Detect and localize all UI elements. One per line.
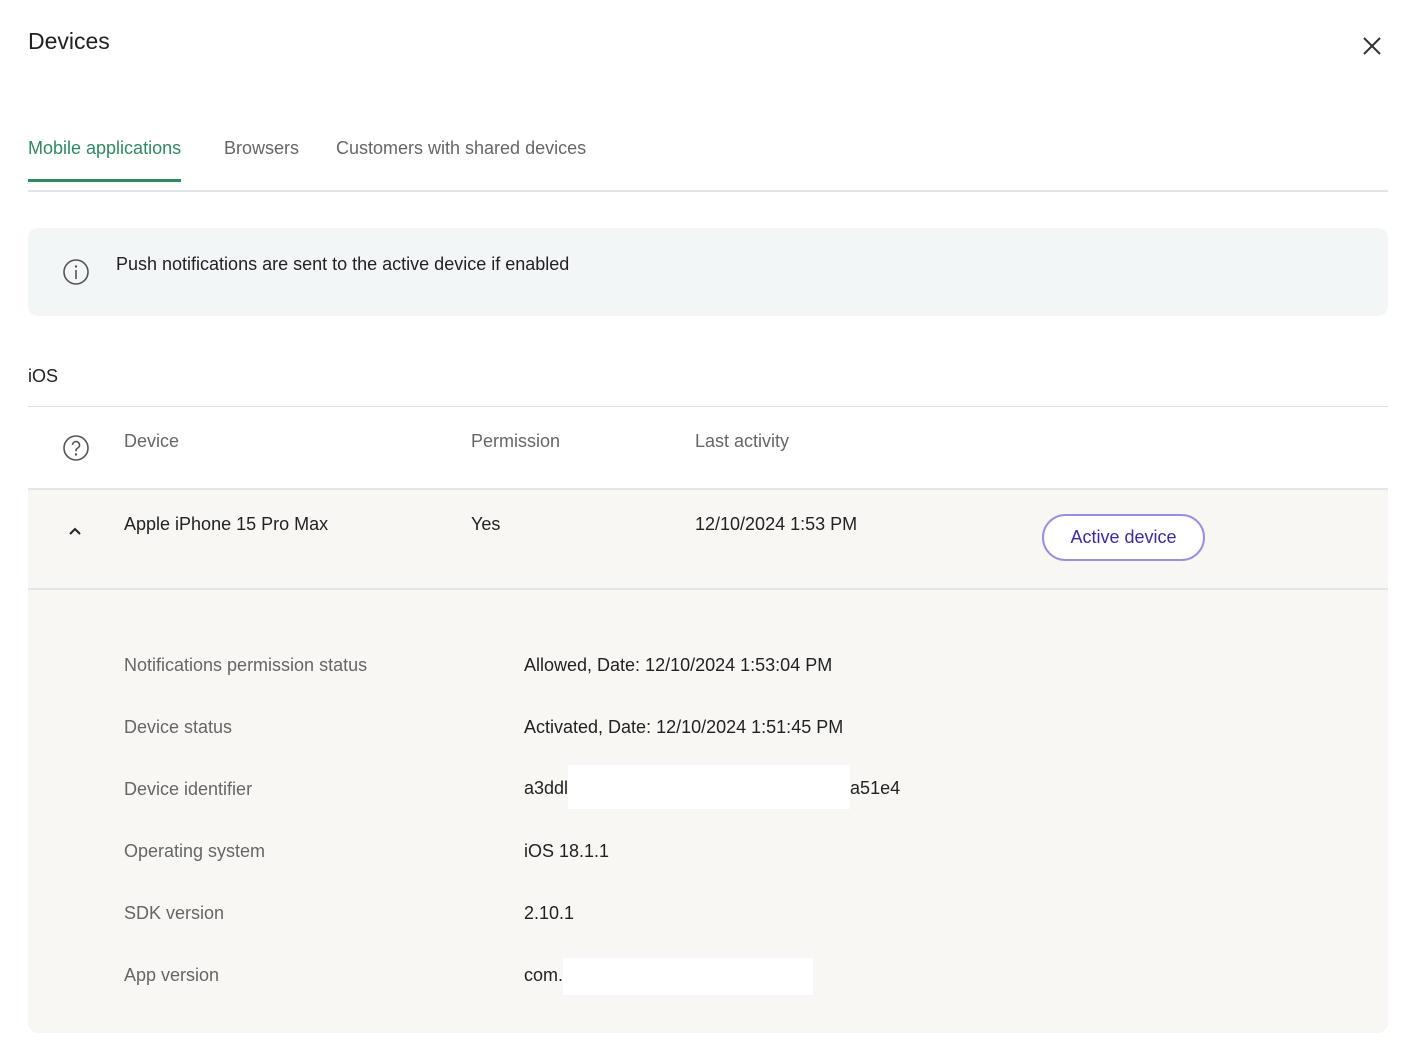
- detail-label: App version: [124, 965, 220, 985]
- last-activity-value: 12/10/2024 1:53 PM: [695, 514, 858, 534]
- redaction-box: [568, 765, 851, 810]
- tab-browsers[interactable]: Browsers: [224, 138, 299, 179]
- detail-value: Allowed, Date: 12/10/2024 1:53:04 PM: [524, 655, 833, 675]
- detail-label: Operating system: [124, 841, 266, 861]
- table-header: Device Permission Last activity: [28, 406, 1388, 490]
- detail-value-device-identifier: a3ddl a51e4: [524, 765, 901, 810]
- active-device-button[interactable]: Active device: [1042, 514, 1205, 561]
- detail-value: Activated, Date: 12/10/2024 1:51:45 PM: [524, 717, 844, 737]
- redaction-box: [563, 957, 814, 995]
- detail-label: Device status: [124, 717, 233, 737]
- chevron-up-icon[interactable]: [66, 522, 84, 540]
- section-title: iOS: [28, 366, 59, 386]
- info-banner: Push notifications are sent to the activ…: [28, 228, 1388, 316]
- device-name: Apple iPhone 15 Pro Max: [124, 514, 329, 534]
- close-icon: [1363, 37, 1381, 55]
- detail-label: Notifications permission status: [124, 655, 368, 675]
- tab-customers-with-shared-devices[interactable]: Customers with shared devices: [336, 138, 586, 179]
- detail-value-app-version: com.: [524, 956, 814, 995]
- detail-value: 2.10.1: [524, 903, 575, 923]
- permission-value: Yes: [471, 514, 501, 534]
- table-row-summary[interactable]: Apple iPhone 15 Pro Max Yes 12/10/2024 1…: [28, 490, 1388, 590]
- detail-label: SDK version: [124, 903, 225, 923]
- detail-label: Device identifier: [124, 779, 253, 799]
- column-header-device: Device: [124, 431, 180, 451]
- tab-bar: Mobile applications Browsers Customers w…: [28, 128, 1388, 192]
- info-text: Push notifications are sent to the activ…: [116, 254, 570, 274]
- table-row: Apple iPhone 15 Pro Max Yes 12/10/2024 1…: [28, 490, 1388, 1033]
- identifier-end: a51e4: [850, 778, 901, 798]
- column-header-permission: Permission: [471, 431, 561, 451]
- app-version-start: com.: [524, 965, 564, 985]
- page-title: Devices: [28, 28, 110, 54]
- detail-value: iOS 18.1.1: [524, 841, 610, 861]
- identifier-start: a3ddl: [524, 778, 569, 798]
- help-icon[interactable]: [62, 434, 90, 462]
- close-button[interactable]: [1360, 34, 1384, 58]
- tab-mobile-applications[interactable]: Mobile applications: [28, 138, 182, 182]
- info-icon: [63, 259, 89, 285]
- column-header-last-activity: Last activity: [695, 431, 790, 451]
